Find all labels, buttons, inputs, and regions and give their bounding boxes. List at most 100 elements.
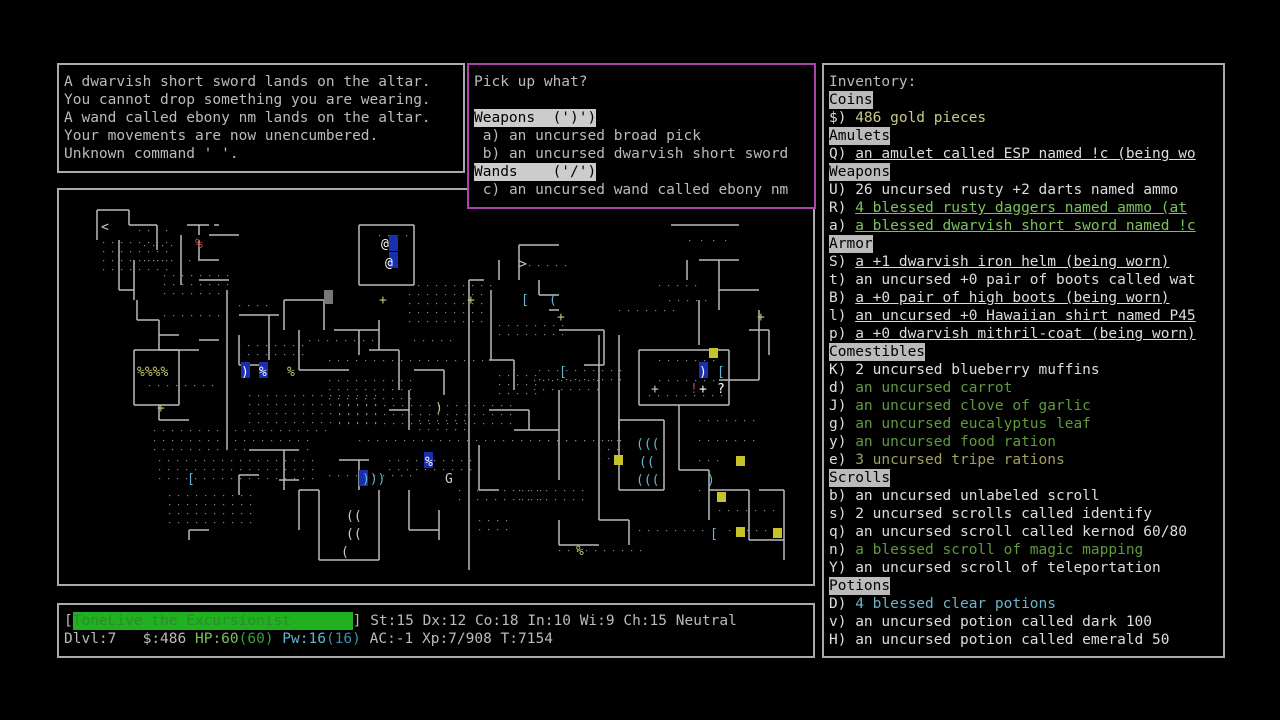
map-floor — [196, 513, 198, 515]
menu-item[interactable]: b) an uncursed dwarvish short sword — [474, 145, 814, 163]
map-floor — [157, 242, 159, 244]
map-floor — [535, 334, 537, 336]
map-floor — [659, 285, 661, 287]
map-floor — [321, 395, 323, 397]
map-floor — [171, 260, 173, 262]
map-floor — [190, 440, 192, 442]
map-floor — [420, 414, 422, 416]
map-floor — [276, 422, 278, 424]
map-floor — [401, 389, 403, 391]
inventory-item[interactable]: H) an uncursed potion called emerald 50 — [829, 631, 1223, 649]
map-floor — [200, 293, 202, 295]
inventory-item[interactable]: e) 3 uncursed tripe rations — [829, 451, 1223, 469]
map-floor — [249, 404, 251, 406]
inventory-item[interactable]: D) 4 blessed clear potions — [829, 595, 1223, 613]
inventory-item[interactable]: S) a +1 dwarvish iron helm (being worn) — [829, 253, 1223, 271]
map-floor — [253, 449, 255, 451]
map-floor — [374, 389, 376, 391]
map-floor — [244, 430, 246, 432]
map-floor — [402, 414, 404, 416]
inventory-item[interactable]: t) an uncursed +0 pair of boots called w… — [829, 271, 1223, 289]
inventory-item-key: t) — [829, 272, 847, 288]
dungeon-map[interactable]: < > @ @%%%%%)%% G)))%((((((((((((([[[)[+! +?)… — [57, 188, 815, 586]
inventory-category: Weapons — [829, 163, 891, 181]
inventory-item-label: a +0 dwarvish mithril-coat (being worn) — [855, 326, 1196, 342]
map-floor — [182, 315, 184, 317]
inventory-item[interactable]: p) a +0 dwarvish mithril-coat (being wor… — [829, 325, 1223, 343]
inventory-item[interactable]: v) an uncursed potion called dark 100 — [829, 613, 1223, 631]
map-floor — [196, 522, 198, 524]
map-floor — [168, 469, 170, 471]
map-floor — [668, 360, 670, 362]
map-floor — [338, 380, 340, 382]
map-floor — [162, 260, 164, 262]
inventory-item[interactable]: U) 26 uncursed rusty +2 darts named ammo — [829, 181, 1223, 199]
map-floor — [284, 345, 286, 347]
map-floor — [599, 449, 601, 451]
map-floor — [702, 530, 704, 532]
menu-item[interactable]: c) an uncursed wand called ebony nm — [474, 181, 814, 199]
inventory-item[interactable]: a) a blessed dwarvish short sword named … — [829, 217, 1223, 235]
map-floor — [217, 449, 219, 451]
map-floor — [190, 430, 192, 432]
map-floor — [121, 242, 123, 244]
inventory-item[interactable]: J) an uncursed clove of garlic — [829, 397, 1223, 415]
inventory-item[interactable]: d) an uncursed carrot — [829, 379, 1223, 397]
inventory-item[interactable]: B) a +0 pair of high boots (being worn) — [829, 289, 1223, 307]
map-floor — [568, 550, 570, 552]
inventory-item[interactable]: y) an uncursed food ration — [829, 433, 1223, 451]
menu-item-label: an uncursed dwarvish short sword — [508, 146, 789, 162]
map-floor — [171, 245, 173, 247]
inventory-item[interactable]: Q) an amulet called ESP named !c (being … — [829, 145, 1223, 163]
inventory-item[interactable]: n) a blessed scroll of magic mapping — [829, 541, 1223, 559]
map-floor — [602, 370, 604, 372]
map-floor — [375, 423, 377, 425]
map-floor — [588, 389, 590, 391]
inventory-item-label: an uncursed +0 Hawaiian shirt named P45 — [855, 308, 1196, 324]
map-glyph: ( — [341, 545, 349, 560]
inventory-item[interactable]: b) an uncursed unlabeled scroll — [829, 487, 1223, 505]
map-floor — [546, 499, 548, 501]
character-name: ToneLive the Excursionist — [72, 612, 353, 630]
inventory-item[interactable]: R) 4 blessed rusty daggers named ammo (a… — [829, 199, 1223, 217]
map-floor — [204, 469, 206, 471]
inventory-item[interactable]: q) an uncursed scroll called kernod 60/8… — [829, 523, 1223, 541]
map-floor — [267, 413, 269, 415]
pickup-menu[interactable]: Pick up what? Weapons (')') a) an uncurs… — [467, 63, 816, 209]
map-floor — [407, 460, 409, 462]
map-floor — [436, 303, 438, 305]
map-floor — [312, 413, 314, 415]
map-floor — [169, 513, 171, 515]
message-line: You cannot drop something you are wearin… — [64, 92, 431, 108]
map-floor — [508, 393, 510, 395]
map-floor — [240, 460, 242, 462]
map-canvas[interactable]: <>@@%%%%%)% %G)))%((((((((((((([[[)[+! +?)… — [59, 190, 813, 584]
map-floor — [407, 469, 409, 471]
map-floor — [510, 405, 512, 407]
map-floor — [321, 404, 323, 406]
map-floor — [449, 440, 451, 442]
map-floor — [648, 530, 650, 532]
map-floor — [510, 414, 512, 416]
inventory-item[interactable]: l) an uncursed +0 Hawaiian shirt named P… — [829, 307, 1223, 325]
inventory-item[interactable]: s) 2 uncursed scrolls called identify — [829, 505, 1223, 523]
inventory-item[interactable]: $) 486 gold pieces — [829, 109, 1223, 127]
map-floor — [164, 293, 166, 295]
inventory-item[interactable]: K) 2 uncursed blueberry muffins — [829, 361, 1223, 379]
inventory-item[interactable]: Y) an uncursed scroll of teleportation — [829, 559, 1223, 577]
inventory-panel[interactable]: Inventory: Coins $) 486 gold pieces Amulet… — [822, 63, 1225, 658]
map-floor — [383, 389, 385, 391]
map-floor — [357, 405, 359, 407]
map-floor — [347, 398, 349, 400]
menu-item[interactable]: a) an uncursed broad pick — [474, 127, 814, 145]
map-floor — [227, 293, 229, 295]
map-floor — [244, 449, 246, 451]
map-floor — [267, 422, 269, 424]
map-floor — [608, 458, 610, 460]
inventory-item[interactable]: g) an uncursed eucalyptus leaf — [829, 415, 1223, 433]
map-floor — [338, 475, 340, 477]
map-glyph: [ — [521, 293, 529, 308]
map-floor — [490, 303, 492, 305]
map-floor — [285, 422, 287, 424]
map-floor — [312, 422, 314, 424]
